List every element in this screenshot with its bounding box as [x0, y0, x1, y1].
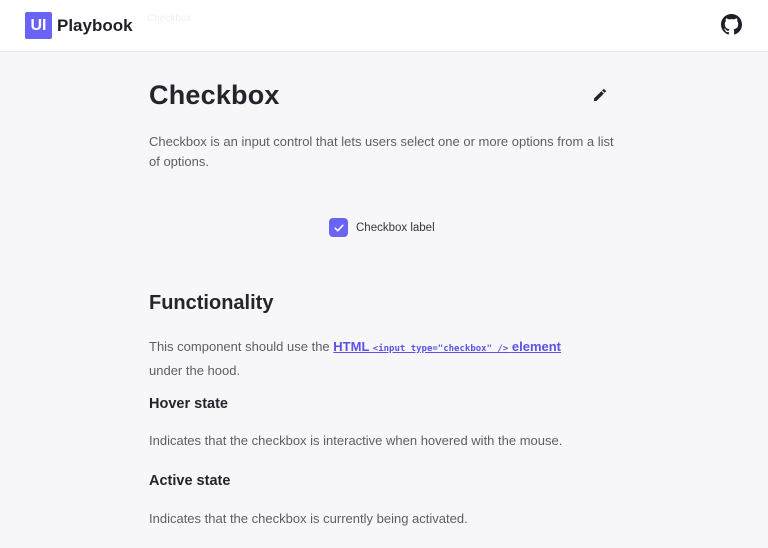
functionality-heading: Functionality — [149, 292, 274, 314]
checkbox-label: Checkbox label — [356, 221, 435, 234]
check-icon — [333, 224, 344, 231]
link-element: element — [511, 339, 562, 354]
logo-text: Playbook — [57, 15, 133, 35]
hover-state-heading: Hover state — [149, 396, 228, 412]
breadcrumb: Checkbox — [147, 13, 192, 24]
functionality-text-before: This component should use the — [149, 339, 334, 354]
hover-state-text: Indicates that the checkbox is interacti… — [149, 433, 563, 448]
top-bar: UI Playbook Checkbox — [0, 0, 768, 52]
active-state-text: Indicates that the checkbox is currently… — [149, 511, 468, 526]
title-row: Checkbox — [149, 80, 614, 114]
active-state-heading: Active state — [149, 473, 231, 489]
logo-link[interactable]: UI Playbook — [25, 12, 133, 39]
link-code: <input type="checkbox" /> — [372, 344, 509, 354]
intro-text: Checkbox is an input control that lets u… — [149, 134, 614, 169]
page-title: Checkbox — [149, 80, 280, 110]
logo-badge: UI — [25, 12, 52, 39]
functionality-text-after: under the hood. — [149, 363, 241, 378]
functionality-text: This component should use the HTML <inpu… — [149, 336, 614, 381]
pencil-icon[interactable] — [592, 87, 608, 103]
link-html: HTML — [333, 339, 370, 354]
checkbox-demo[interactable]: Checkbox label — [329, 218, 435, 237]
github-icon[interactable] — [721, 14, 742, 35]
html-element-link[interactable]: HTML <input type="checkbox" /> element — [333, 339, 561, 354]
checkbox-checked[interactable] — [329, 218, 348, 237]
